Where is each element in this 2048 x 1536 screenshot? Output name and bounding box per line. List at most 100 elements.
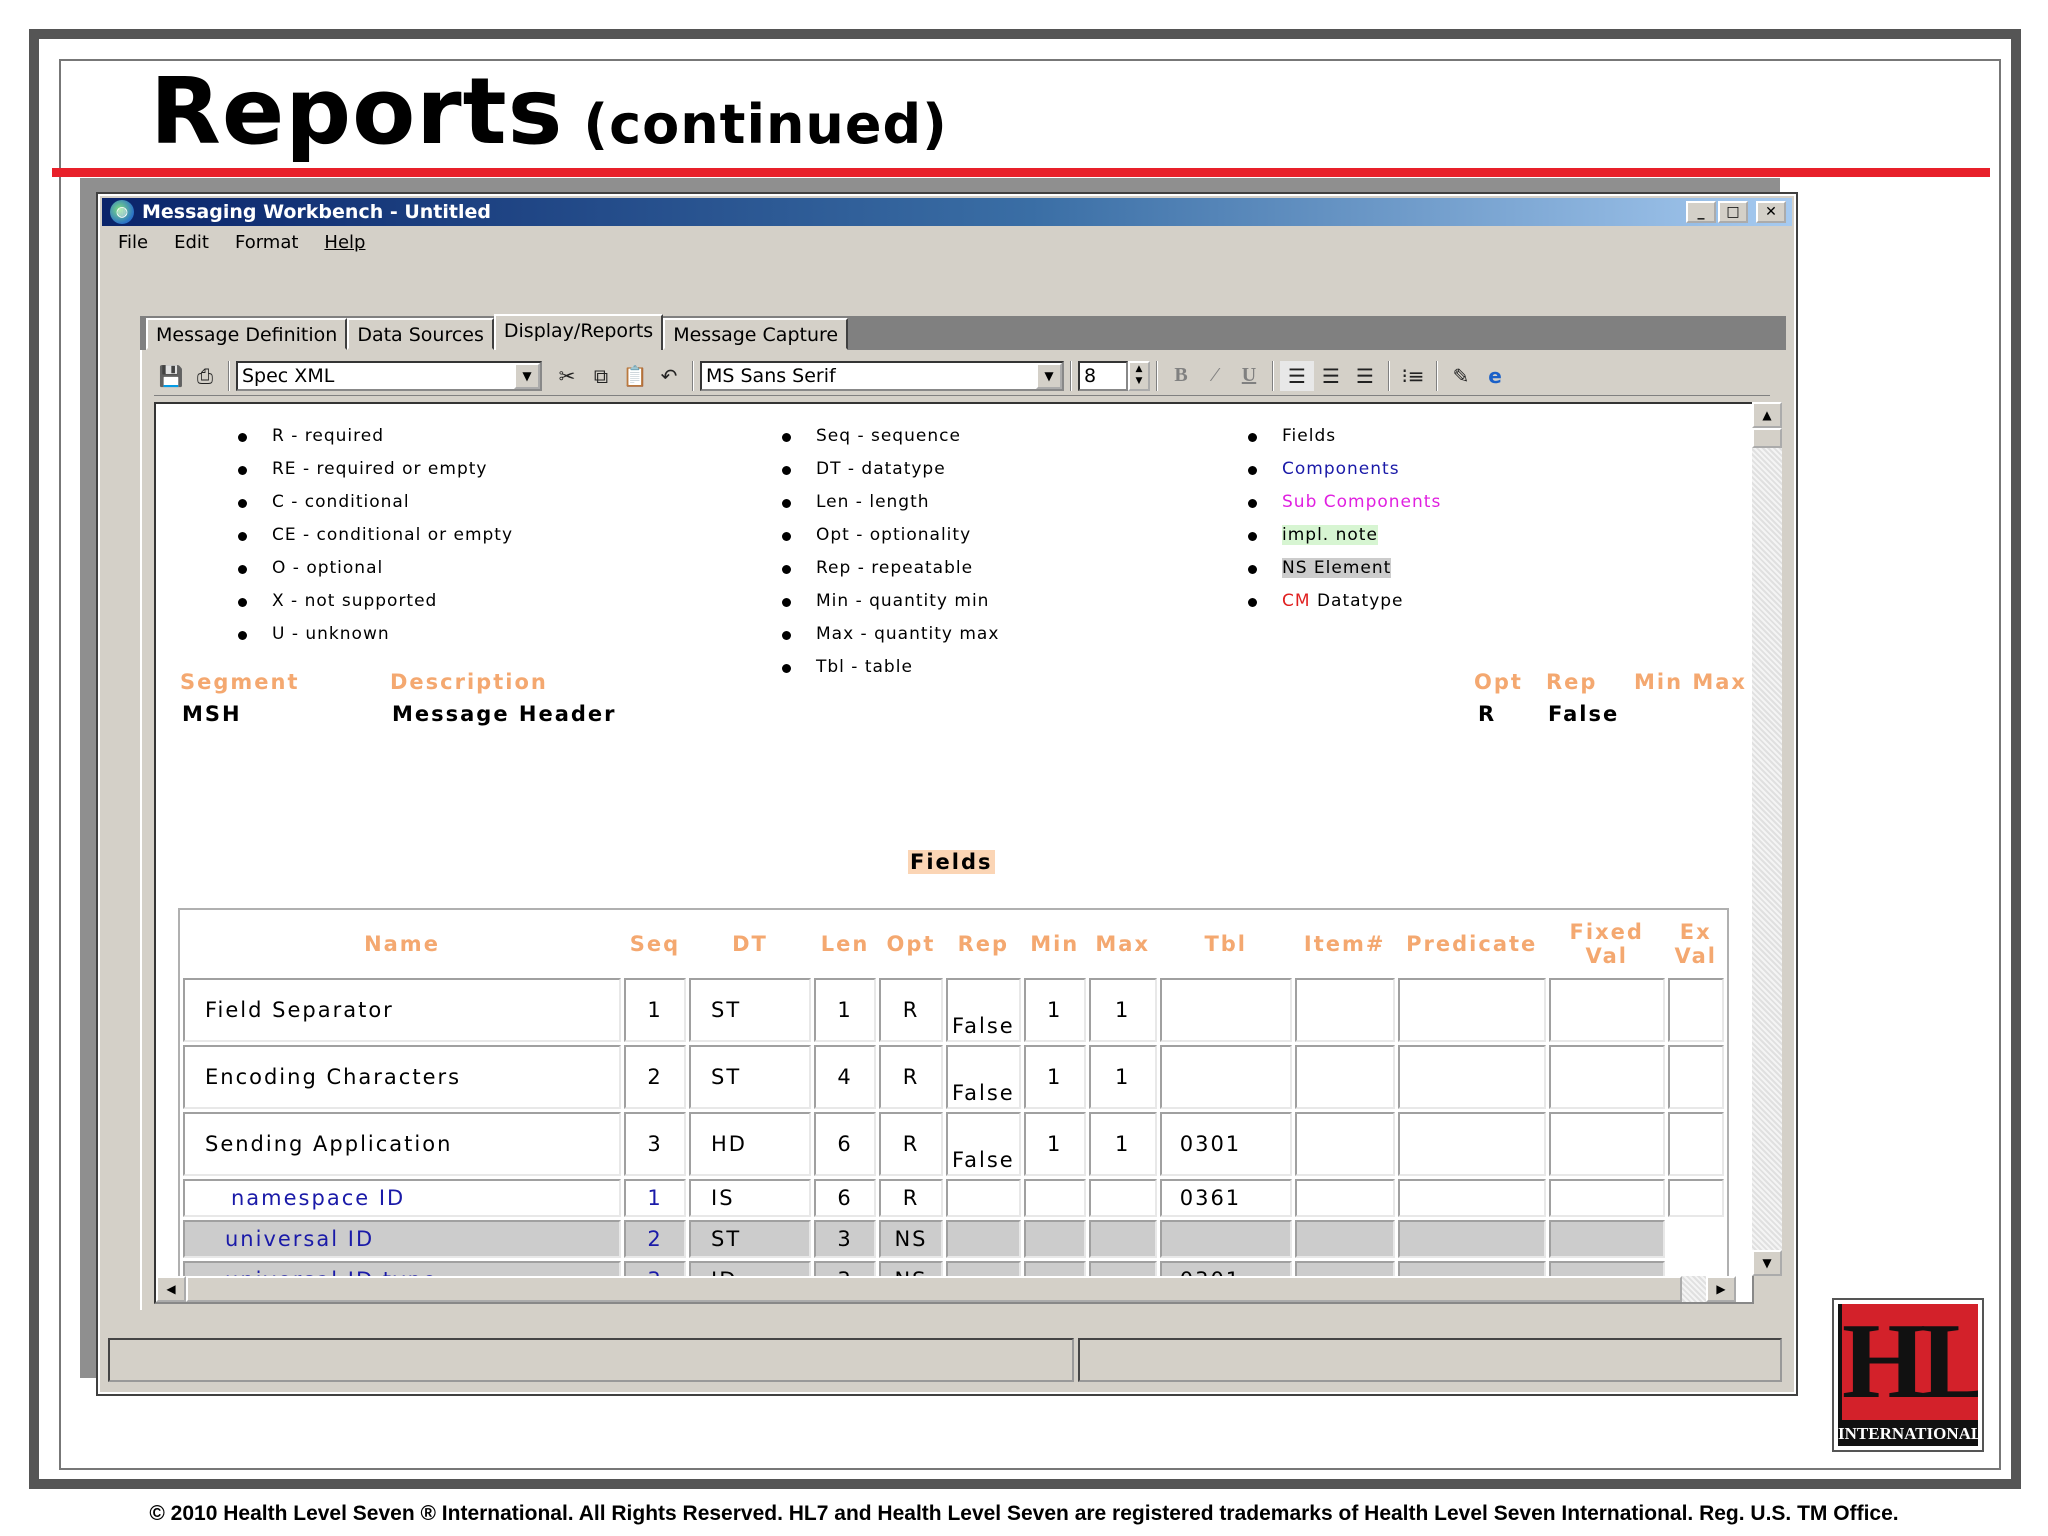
cell-tbl: 0361 — [1159, 1179, 1292, 1217]
horizontal-scrollbar[interactable]: ◀ ▶ — [156, 1276, 1736, 1302]
undo-icon[interactable]: ↶ — [652, 361, 686, 391]
bullets-icon[interactable]: ⁝≡ — [1396, 361, 1430, 391]
cell-dt: HD — [689, 1112, 811, 1176]
cell-tbl — [1159, 1045, 1292, 1109]
legend-cm-label: CM — [1282, 591, 1311, 611]
table-row[interactable]: Field Separator 1 ST 1 R False 1 1 — [183, 978, 1724, 1042]
cell-predicate — [1397, 1112, 1546, 1176]
close-button[interactable]: ✕ — [1756, 201, 1786, 223]
segment-rep: False — [1548, 702, 1620, 726]
italic-icon[interactable]: ⁄ — [1198, 361, 1232, 391]
legend-cm-datatype: CM Datatype — [1248, 591, 1441, 624]
minimize-button[interactable]: _ — [1686, 201, 1716, 223]
chevron-down-icon[interactable]: ▼ — [1036, 362, 1062, 389]
scroll-down-icon[interactable]: ▼ — [1752, 1250, 1782, 1276]
legend-impl-note-label: impl. note — [1282, 525, 1378, 545]
report-document-view[interactable]: R - required RE - required or empty C - … — [154, 402, 1754, 1304]
column-header: Seq — [629, 932, 681, 956]
align-left-icon[interactable]: ☰ — [1280, 360, 1314, 391]
opt-header: Opt — [1474, 670, 1523, 694]
tab-message-definition[interactable]: Message Definition — [146, 318, 348, 350]
menu-format[interactable]: Format — [235, 232, 298, 260]
list-item: DT - datatype — [782, 459, 999, 492]
cell-seq: 2 — [624, 1045, 686, 1109]
table-row[interactable]: Encoding Characters 2 ST 4 R False 1 1 — [183, 1045, 1724, 1109]
cell-ex — [1667, 1179, 1724, 1217]
cell-fixed — [1548, 1112, 1665, 1176]
cell-dt: ST — [689, 1045, 811, 1109]
bold-icon[interactable]: B — [1164, 361, 1198, 391]
font-size-spinner[interactable]: ▲ ▼ — [1128, 360, 1150, 391]
cell-name: Field Separator — [183, 978, 621, 1042]
align-center-icon[interactable]: ☰ — [1314, 361, 1348, 391]
paste-icon[interactable]: 📋 — [618, 361, 652, 391]
menu-help[interactable]: Help — [324, 232, 365, 260]
menu-edit[interactable]: Edit — [174, 232, 209, 260]
toolbar-separator — [1436, 360, 1438, 391]
menu-bar: File Edit Format Help — [102, 232, 365, 260]
font-size-input[interactable]: 8 — [1078, 360, 1128, 391]
cell-len: 6 — [814, 1112, 876, 1176]
copy-icon[interactable]: ⧉ — [584, 361, 618, 391]
segment-name: MSH — [182, 702, 242, 726]
legend-sub-components: Sub Components — [1248, 492, 1441, 525]
chevron-down-icon[interactable]: ▼ — [514, 362, 540, 389]
maximize-button[interactable]: □ — [1718, 201, 1748, 223]
font-combo-value: MS Sans Serif — [706, 364, 836, 387]
font-combo[interactable]: MS Sans Serif ▼ — [700, 360, 1064, 391]
messaging-workbench-window: ◍ Messaging Workbench - Untitled _ □ ✕ F… — [96, 192, 1798, 1396]
scroll-up-icon[interactable]: ▲ — [1752, 402, 1782, 428]
column-header: Rep — [957, 932, 1010, 956]
legend-components: Components — [1248, 459, 1441, 492]
cell-item — [1294, 1179, 1395, 1217]
cell-rep: False — [946, 1112, 1021, 1176]
column-header: Item# — [1303, 932, 1386, 956]
cell-min — [1023, 1179, 1086, 1217]
cell-tbl: 0301 — [1159, 1112, 1292, 1176]
cell-ex — [1667, 1045, 1724, 1109]
tab-data-sources[interactable]: Data Sources — [347, 318, 494, 350]
toolbar-separator — [228, 360, 230, 391]
tab-message-capture[interactable]: Message Capture — [663, 318, 849, 350]
column-header: Opt — [886, 932, 936, 956]
cell-max: 1 — [1088, 1112, 1157, 1176]
legend-ns-element: NS Element — [1248, 558, 1441, 591]
segment-header: Segment — [180, 670, 300, 694]
legend-fields: Fields — [1248, 426, 1441, 459]
list-item: X - not supported — [238, 591, 513, 624]
align-right-icon[interactable]: ☰ — [1348, 361, 1382, 391]
save-icon[interactable]: 💾 — [154, 361, 188, 391]
menu-file[interactable]: File — [118, 232, 148, 260]
cell-len: 6 — [814, 1179, 876, 1217]
table-header-row: Name Seq DT Len Opt Rep Min Max Tbl Item… — [183, 913, 1724, 975]
column-header: Predicate — [1406, 932, 1538, 956]
ns-component-row[interactable]: universal ID 2 ST 3 NS — [183, 1220, 1724, 1258]
scroll-thumb[interactable] — [1752, 428, 1782, 448]
legend-datatype-label: Datatype — [1310, 591, 1404, 611]
cell-opt: NS — [879, 1220, 943, 1258]
component-row[interactable]: namespace ID 1 IS 6 R 0361 — [183, 1179, 1724, 1217]
highlight-icon[interactable]: ✎ — [1444, 361, 1478, 391]
cut-icon[interactable]: ✂ — [550, 361, 584, 391]
table-row[interactable]: Sending Application 3 HD 6 R False 1 1 0… — [183, 1112, 1724, 1176]
column-header: Min — [1030, 932, 1080, 956]
list-item: Opt - optionality — [782, 525, 999, 558]
toolbar-separator — [1070, 360, 1072, 391]
scroll-left-icon[interactable]: ◀ — [156, 1276, 186, 1302]
title-bar[interactable]: ◍ Messaging Workbench - Untitled _ □ ✕ — [102, 198, 1792, 226]
style-combo[interactable]: Spec XML ▼ — [236, 360, 542, 391]
browser-icon[interactable]: e — [1478, 361, 1512, 391]
tab-display-reports[interactable]: Display/Reports — [493, 314, 664, 352]
print-icon[interactable]: ⎙ — [188, 361, 222, 391]
cell-rep — [946, 1179, 1021, 1217]
fields-title: Fields — [908, 850, 995, 874]
toolbar-separator — [1272, 360, 1274, 391]
vertical-scrollbar[interactable]: ▲ ▼ — [1752, 402, 1782, 1276]
list-item: U - unknown — [238, 624, 513, 657]
horizontal-scroll-thumb[interactable] — [186, 1276, 1682, 1302]
column-header: Name — [364, 932, 440, 956]
column-header: Fixed Val — [1569, 920, 1644, 968]
scroll-right-icon[interactable]: ▶ — [1706, 1276, 1736, 1302]
cell-dt: ST — [689, 978, 811, 1042]
underline-icon[interactable]: U — [1232, 361, 1266, 391]
